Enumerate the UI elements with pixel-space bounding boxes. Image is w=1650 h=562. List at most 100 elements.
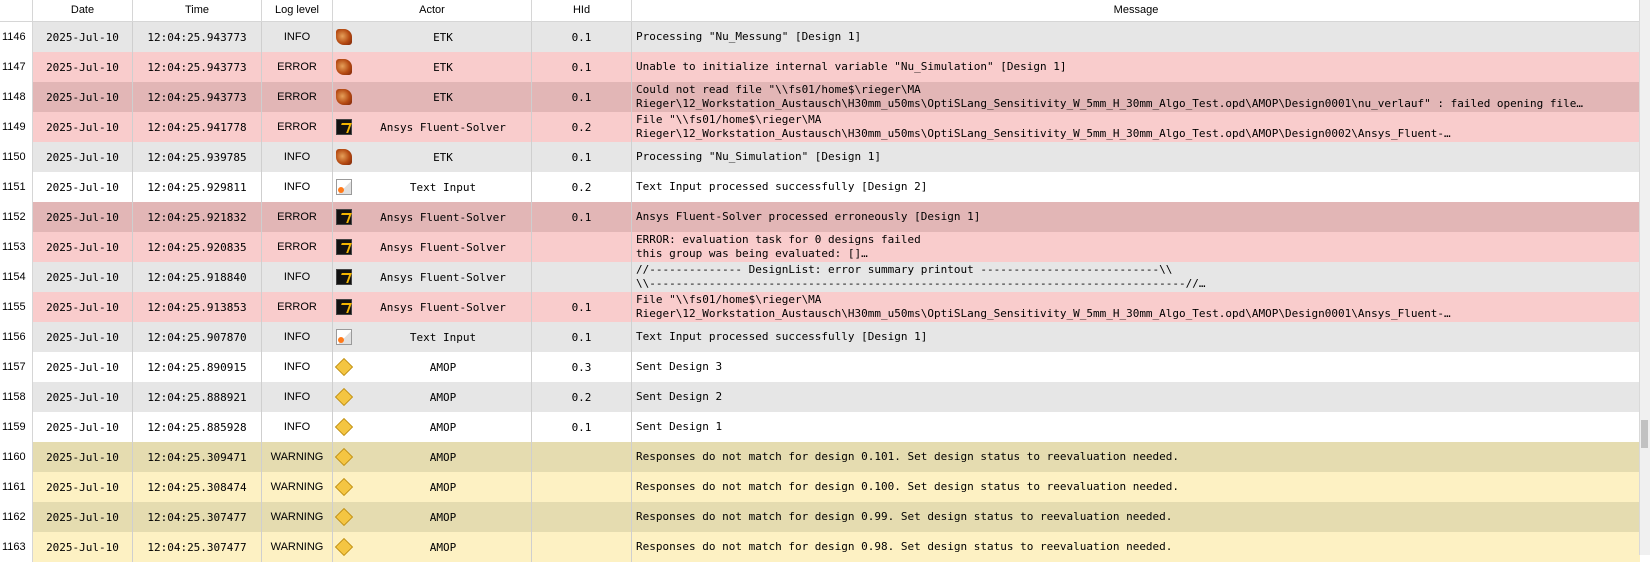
etk-icon: [336, 89, 352, 105]
hid-cell: 0.1: [532, 142, 632, 172]
row-number: 1158: [0, 382, 33, 412]
table-row[interactable]: 1161 2025-Jul-10 12:04:25.308474 WARNING…: [0, 472, 1640, 502]
date-cell: 2025-Jul-10: [33, 442, 133, 472]
actor-icon-cell: [333, 202, 355, 232]
log-table: Date Time Log level Actor HId Message 11…: [0, 0, 1650, 562]
table-row[interactable]: 1162 2025-Jul-10 12:04:25.307477 WARNING…: [0, 502, 1640, 532]
actor-icon-cell: [333, 22, 355, 52]
message-line-1: Responses do not match for design 0.100.…: [636, 480, 1180, 493]
time-cell: 12:04:25.307477: [133, 502, 262, 532]
date-cell: 2025-Jul-10: [33, 412, 133, 442]
hid-cell: [532, 442, 632, 472]
header-message[interactable]: Message: [632, 0, 1640, 21]
log-level-cell: INFO: [262, 22, 333, 52]
table-body: 1146 2025-Jul-10 12:04:25.943773 INFO ET…: [0, 22, 1640, 562]
time-cell: 12:04:25.943773: [133, 22, 262, 52]
hid-cell: [532, 472, 632, 502]
table-row[interactable]: 1149 2025-Jul-10 12:04:25.941778 ERROR A…: [0, 112, 1640, 142]
table-row[interactable]: 1157 2025-Jul-10 12:04:25.890915 INFO AM…: [0, 352, 1640, 382]
actor-icon-cell: [333, 472, 355, 502]
message-line-1: Sent Design 3: [636, 360, 723, 373]
row-number: 1157: [0, 352, 33, 382]
table-row[interactable]: 1163 2025-Jul-10 12:04:25.307477 WARNING…: [0, 532, 1640, 562]
actor-icon-cell: [333, 172, 355, 202]
message-cell: Sent Design 2: [632, 382, 1640, 412]
message-line-2: this group was being evaluated: []…: [636, 247, 868, 260]
message-line-1: //-------------- DesignList: error summa…: [636, 263, 1173, 276]
hid-cell: [532, 532, 632, 562]
hid-cell: 0.1: [532, 82, 632, 112]
row-number: 1147: [0, 52, 33, 82]
date-cell: 2025-Jul-10: [33, 352, 133, 382]
ansys-fluent-icon: [336, 209, 352, 225]
header-hid[interactable]: HId: [532, 0, 632, 21]
log-level-cell: ERROR: [262, 82, 333, 112]
actor-icon-cell: [333, 82, 355, 112]
header-actor[interactable]: Actor: [333, 0, 532, 21]
date-cell: 2025-Jul-10: [33, 172, 133, 202]
log-level-cell: INFO: [262, 382, 333, 412]
header-time[interactable]: Time: [133, 0, 262, 21]
time-cell: 12:04:25.941778: [133, 112, 262, 142]
log-level-cell: WARNING: [262, 472, 333, 502]
time-cell: 12:04:25.890915: [133, 352, 262, 382]
vertical-scrollbar[interactable]: [1639, 0, 1650, 555]
time-cell: 12:04:25.913853: [133, 292, 262, 322]
date-cell: 2025-Jul-10: [33, 472, 133, 502]
amop-icon: [334, 507, 354, 527]
table-row[interactable]: 1152 2025-Jul-10 12:04:25.921832 ERROR A…: [0, 202, 1640, 232]
amop-icon: [334, 447, 354, 467]
actor-cell: ETK: [355, 52, 532, 82]
table-row[interactable]: 1153 2025-Jul-10 12:04:25.920835 ERROR A…: [0, 232, 1640, 262]
table-row[interactable]: 1156 2025-Jul-10 12:04:25.907870 INFO Te…: [0, 322, 1640, 352]
text-input-icon: [336, 179, 352, 195]
message-cell: Could not read file "\\fs01/home$\rieger…: [632, 82, 1640, 112]
actor-icon-cell: [333, 232, 355, 262]
row-number: 1159: [0, 412, 33, 442]
row-number: 1153: [0, 232, 33, 262]
hid-cell: 0.2: [532, 172, 632, 202]
actor-cell: ETK: [355, 22, 532, 52]
header-log-level[interactable]: Log level: [262, 0, 333, 21]
message-line-2: \\--------------------------------------…: [636, 277, 1206, 290]
message-cell: Responses do not match for design 0.100.…: [632, 472, 1640, 502]
message-cell: Responses do not match for design 0.98. …: [632, 532, 1640, 562]
log-level-cell: ERROR: [262, 52, 333, 82]
header-row-number: [0, 0, 33, 21]
message-line-1: Responses do not match for design 0.99. …: [636, 510, 1173, 523]
date-cell: 2025-Jul-10: [33, 292, 133, 322]
amop-icon: [334, 477, 354, 497]
table-row[interactable]: 1150 2025-Jul-10 12:04:25.939785 INFO ET…: [0, 142, 1640, 172]
table-row[interactable]: 1151 2025-Jul-10 12:04:25.929811 INFO Te…: [0, 172, 1640, 202]
row-number: 1150: [0, 142, 33, 172]
table-row[interactable]: 1155 2025-Jul-10 12:04:25.913853 ERROR A…: [0, 292, 1640, 322]
time-cell: 12:04:25.307477: [133, 532, 262, 562]
actor-cell: Ansys Fluent-Solver: [355, 262, 532, 292]
actor-cell: ETK: [355, 142, 532, 172]
table-row[interactable]: 1148 2025-Jul-10 12:04:25.943773 ERROR E…: [0, 82, 1640, 112]
row-number: 1160: [0, 442, 33, 472]
message-line-2: Rieger\12_Workstation_Austausch\H30mm_u5…: [636, 97, 1584, 110]
table-row[interactable]: 1154 2025-Jul-10 12:04:25.918840 INFO An…: [0, 262, 1640, 292]
actor-cell: ETK: [355, 82, 532, 112]
actor-cell: Ansys Fluent-Solver: [355, 112, 532, 142]
hid-cell: [532, 502, 632, 532]
table-row[interactable]: 1160 2025-Jul-10 12:04:25.309471 WARNING…: [0, 442, 1640, 472]
scrollbar-thumb[interactable]: [1641, 420, 1648, 448]
table-row[interactable]: 1158 2025-Jul-10 12:04:25.888921 INFO AM…: [0, 382, 1640, 412]
table-row[interactable]: 1159 2025-Jul-10 12:04:25.885928 INFO AM…: [0, 412, 1640, 442]
log-level-cell: ERROR: [262, 292, 333, 322]
actor-icon-cell: [333, 502, 355, 532]
header-date[interactable]: Date: [33, 0, 133, 21]
hid-cell: 0.1: [532, 202, 632, 232]
log-level-cell: INFO: [262, 412, 333, 442]
hid-cell: 0.3: [532, 352, 632, 382]
message-cell: Processing "Nu_Simulation" [Design 1]: [632, 142, 1640, 172]
ansys-fluent-icon: [336, 299, 352, 315]
table-row[interactable]: 1146 2025-Jul-10 12:04:25.943773 INFO ET…: [0, 22, 1640, 52]
table-row[interactable]: 1147 2025-Jul-10 12:04:25.943773 ERROR E…: [0, 52, 1640, 82]
actor-cell: AMOP: [355, 382, 532, 412]
date-cell: 2025-Jul-10: [33, 142, 133, 172]
log-level-cell: INFO: [262, 172, 333, 202]
etk-icon: [336, 29, 352, 45]
